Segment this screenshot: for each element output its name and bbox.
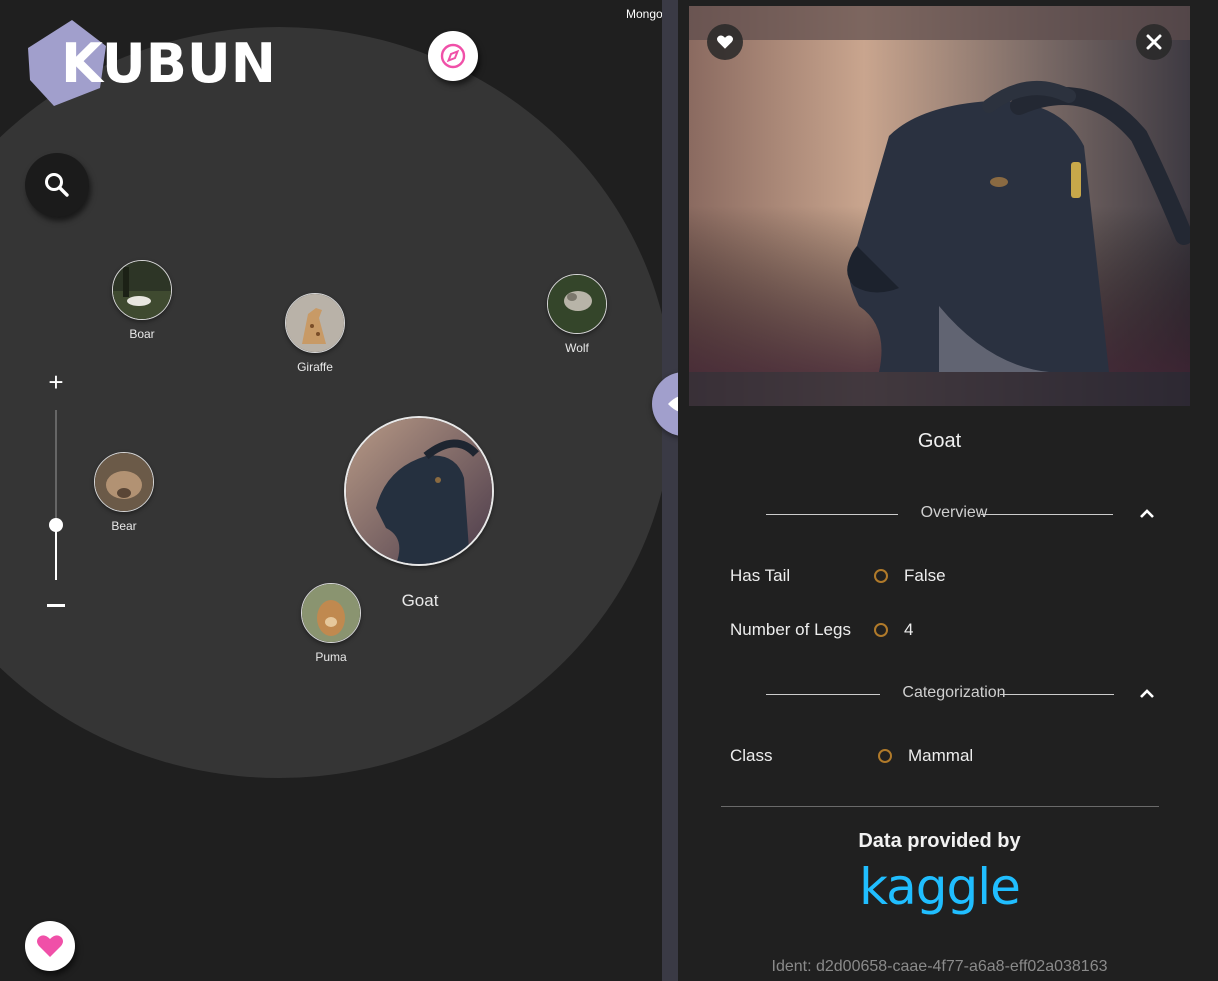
animal-title: Goat	[917, 430, 962, 452]
goat-thumbnail	[344, 416, 494, 566]
detail-panel: Goat Overview Has Tail False Number of L…	[678, 0, 1218, 981]
heart-icon	[37, 935, 63, 957]
node-wolf[interactable]: Wolf	[537, 274, 617, 355]
goat-photo-icon	[689, 6, 1190, 406]
property-radio[interactable]	[878, 749, 892, 763]
boar-thumbnail	[112, 260, 172, 320]
node-label: Boar	[129, 327, 155, 341]
favorites-button[interactable]	[25, 921, 75, 971]
search-button[interactable]	[25, 153, 89, 217]
divider-line	[766, 514, 898, 515]
divider-line	[766, 694, 880, 695]
data-provider-heading: Data provided by	[858, 830, 1021, 852]
boar-photo-icon	[113, 261, 171, 319]
bear-photo-icon	[95, 453, 153, 511]
compass-icon	[440, 43, 466, 69]
chevron-up-icon[interactable]	[1136, 683, 1158, 705]
kaggle-logo[interactable]: kaggle	[678, 858, 1201, 916]
section-categorization-header[interactable]: Categorization	[766, 682, 1156, 706]
logo-text: KUBUN	[61, 32, 276, 95]
puma-photo-icon	[302, 584, 360, 642]
footer-divider	[721, 806, 1159, 807]
close-detail-button[interactable]	[1136, 24, 1172, 60]
wolf-thumbnail	[547, 274, 607, 334]
divider-line	[981, 514, 1113, 515]
section-overview-header[interactable]: Overview	[766, 502, 1156, 526]
node-boar[interactable]: Boar	[102, 260, 182, 341]
heart-icon	[717, 35, 733, 49]
explorer-panel: KUBUN Boar Giraffe Wolf Bear Goat Puma +…	[0, 0, 662, 981]
node-label: Wolf	[565, 341, 589, 355]
node-label-mongoose[interactable]: Mongoose	[626, 7, 662, 21]
zoom-slider-fill	[55, 525, 57, 580]
zoom-in-button[interactable]: +	[46, 369, 66, 395]
property-value: Mammal	[908, 746, 974, 765]
zoom-out-button[interactable]	[47, 604, 65, 607]
explorer-circle[interactable]	[0, 27, 662, 778]
node-bear[interactable]: Bear	[84, 452, 164, 533]
giraffe-photo-icon	[286, 294, 344, 352]
property-radio[interactable]	[874, 569, 888, 583]
node-giraffe[interactable]: Giraffe	[275, 293, 355, 374]
node-label: Bear	[111, 519, 137, 533]
property-row: Has Tail False	[730, 566, 1170, 590]
property-row: Number of Legs 4	[730, 620, 1170, 644]
property-value: False	[904, 566, 946, 585]
section-title: Categorization	[902, 684, 1006, 701]
search-icon	[45, 173, 69, 197]
node-puma[interactable]: Puma	[291, 583, 371, 664]
divider-line	[1000, 694, 1114, 695]
explore-compass-button[interactable]	[428, 31, 478, 81]
panel-divider[interactable]	[662, 0, 678, 981]
node-label: Puma	[315, 650, 347, 664]
add-favorite-button[interactable]	[707, 24, 743, 60]
node-goat-selected[interactable]: Goat	[343, 416, 495, 611]
giraffe-thumbnail	[285, 293, 345, 353]
node-label: Giraffe	[297, 360, 333, 374]
zoom-slider-handle[interactable]	[49, 518, 63, 532]
ident-text: Ident: d2d00658-caae-4f77-a6a8-eff02a038…	[771, 958, 1108, 975]
property-row: Class Mammal	[730, 746, 1170, 770]
property-key: Has Tail	[730, 566, 791, 585]
wolf-photo-icon	[548, 275, 606, 333]
zoom-control: +	[40, 369, 72, 620]
property-key: Number of Legs	[730, 620, 851, 639]
property-radio[interactable]	[874, 623, 888, 637]
property-key: Class	[730, 746, 773, 765]
chevron-up-icon[interactable]	[1136, 503, 1158, 525]
puma-thumbnail	[301, 583, 361, 643]
goat-photo-icon	[346, 418, 492, 564]
app-logo[interactable]: KUBUN	[24, 18, 276, 113]
animal-hero-image	[689, 6, 1190, 406]
property-value: 4	[904, 620, 914, 639]
close-icon	[1146, 34, 1162, 50]
section-title: Overview	[920, 504, 988, 521]
bear-thumbnail	[94, 452, 154, 512]
